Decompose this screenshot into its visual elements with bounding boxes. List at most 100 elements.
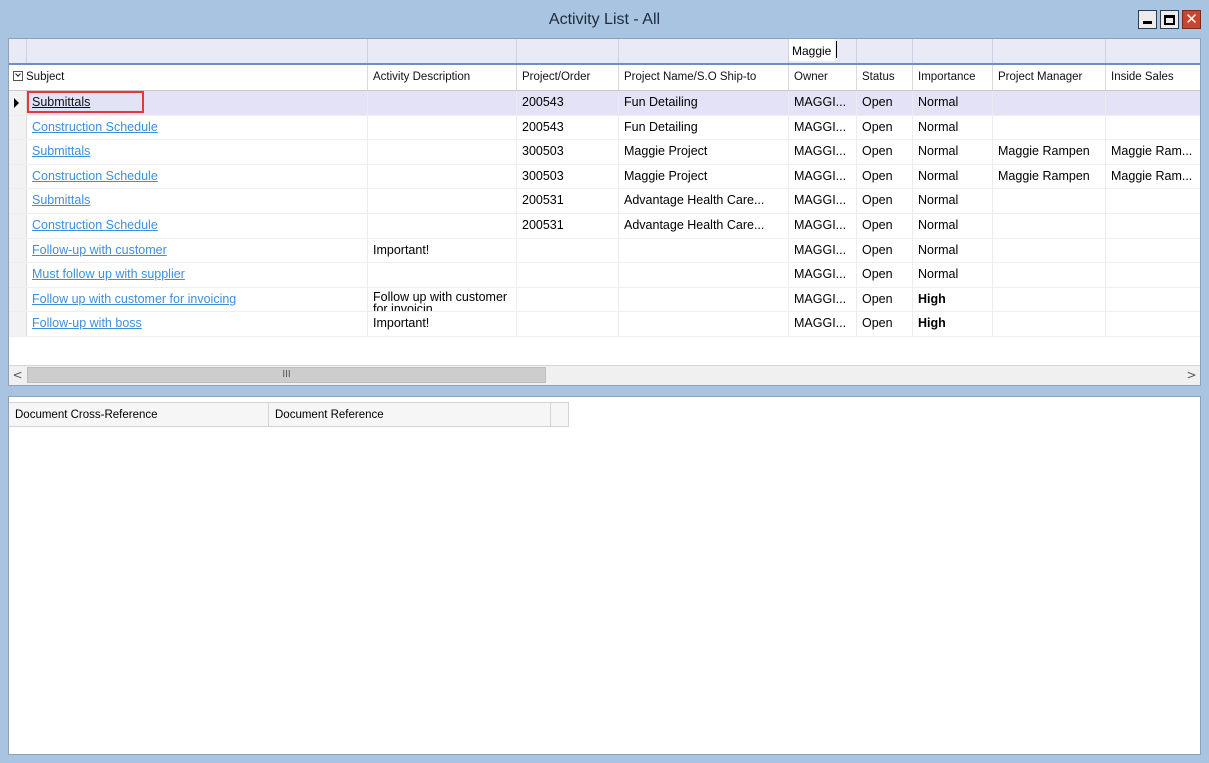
cell-activity-description — [368, 91, 517, 115]
column-header-status[interactable]: Status — [857, 65, 913, 90]
row-selector[interactable] — [9, 213, 27, 238]
cell-project-name — [619, 312, 789, 336]
row-selector[interactable] — [9, 312, 27, 336]
cell-importance: Normal — [913, 263, 993, 287]
maximize-icon — [1164, 14, 1175, 25]
table-row[interactable]: Submittals 200531 Advantage Health Care...… — [9, 189, 1200, 214]
row-selector[interactable] — [9, 140, 27, 164]
filter-project-name[interactable] — [619, 39, 789, 63]
xref-header-row: Document Cross-Reference Document Refere… — [9, 402, 569, 427]
cell-project-manager — [993, 189, 1106, 213]
filter-inside-sales[interactable] — [1106, 39, 1200, 63]
cell-status: Open — [857, 287, 913, 312]
table-row[interactable]: Submittals 300503 Maggie Project MAGGI... Op… — [9, 140, 1200, 165]
cell-activity-description — [368, 164, 517, 189]
filter-status[interactable] — [857, 39, 913, 63]
table-row[interactable]: Construction Schedule 300503 Maggie Projec… — [9, 164, 1200, 190]
table-row[interactable]: Construction Schedule 200543 Fun Detailing… — [9, 115, 1200, 141]
cell-subject[interactable]: Submittals — [27, 91, 368, 115]
current-row-arrow-icon — [14, 98, 19, 108]
cell-importance: High — [913, 287, 993, 312]
chevron-right-icon: > — [1186, 368, 1197, 382]
filter-project-order[interactable] — [517, 39, 619, 63]
column-header-label: Subject — [26, 71, 65, 83]
table-row[interactable]: Must follow up with supplier MAGGI... Open… — [9, 263, 1200, 288]
cell-project-manager — [993, 263, 1106, 287]
cell-status: Open — [857, 115, 913, 140]
cell-owner: MAGGI... — [789, 213, 857, 238]
cell-subject[interactable]: Construction Schedule — [27, 115, 368, 140]
cell-inside-sales — [1106, 116, 1200, 140]
owner-filter-input[interactable] — [789, 39, 835, 61]
close-button[interactable]: ✕ — [1182, 10, 1201, 29]
activity-grid: Subject Activity Description Project/Ord… — [8, 38, 1201, 386]
chevron-left-icon: < — [12, 368, 23, 382]
column-header-document-cross-reference[interactable]: Document Cross-Reference — [9, 402, 269, 427]
column-header-inside-sales[interactable]: Inside Sales — [1106, 65, 1200, 90]
cell-project-name: Fun Detailing — [619, 91, 789, 115]
cell-project-manager — [993, 213, 1106, 238]
cell-status: Open — [857, 312, 913, 336]
horizontal-scrollbar[interactable]: < III > — [9, 365, 1200, 385]
cell-subject[interactable]: Construction Schedule — [27, 164, 368, 189]
row-selector[interactable] — [9, 189, 27, 213]
cell-subject[interactable]: Must follow up with supplier — [27, 263, 368, 287]
cell-owner: MAGGI... — [789, 238, 857, 263]
filter-activity-description[interactable] — [368, 39, 517, 63]
chevron-down-icon[interactable] — [13, 70, 23, 81]
cell-status: Open — [857, 164, 913, 189]
cell-status: Open — [857, 238, 913, 263]
row-selector[interactable] — [9, 115, 27, 140]
cell-subject[interactable]: Follow-up with customer — [27, 238, 368, 263]
table-row[interactable]: Follow-up with customer Important! MAGGI..… — [9, 238, 1200, 264]
row-selector[interactable] — [9, 287, 27, 312]
document-xref-panel: Document Cross-Reference Document Refere… — [8, 396, 1201, 755]
cell-project-name: Advantage Health Care... — [619, 213, 789, 238]
minimize-button[interactable] — [1138, 10, 1157, 29]
cell-subject[interactable]: Follow up with customer for invoicing — [27, 287, 368, 312]
column-header-subject[interactable]: Subject — [9, 65, 368, 90]
close-icon: ✕ — [1185, 10, 1198, 28]
cell-subject[interactable]: Follow-up with boss — [27, 312, 368, 336]
filter-owner-cell[interactable] — [789, 39, 857, 63]
minimize-icon — [1143, 21, 1152, 24]
filter-subject[interactable] — [27, 39, 368, 63]
column-header-document-reference[interactable]: Document Reference — [269, 402, 551, 427]
table-row[interactable]: Submittals 200543 Fun Detailing MAGGI... Ope… — [9, 91, 1200, 116]
scroll-left-button[interactable]: < — [9, 366, 26, 384]
cell-subject[interactable]: Construction Schedule — [27, 213, 368, 238]
column-header-project-order[interactable]: Project/Order — [517, 65, 619, 90]
scroll-thumb[interactable]: III — [27, 367, 546, 383]
cell-project-name — [619, 287, 789, 312]
filter-importance[interactable] — [913, 39, 993, 63]
row-selector[interactable] — [9, 263, 27, 287]
maximize-button[interactable] — [1160, 10, 1179, 29]
cell-activity-description: Important! — [368, 238, 517, 263]
cell-activity-description — [368, 140, 517, 164]
cell-subject[interactable]: Submittals — [27, 140, 368, 164]
table-row[interactable]: Follow-up with boss Important! MAGGI... Ope… — [9, 312, 1200, 337]
row-selector[interactable] — [9, 91, 27, 115]
column-header-project-manager[interactable]: Project Manager — [993, 65, 1106, 90]
cell-importance: High — [913, 312, 993, 336]
column-header-project-name[interactable]: Project Name/S.O Ship-to — [619, 65, 789, 90]
table-row[interactable]: Construction Schedule 200531 Advantage Hea… — [9, 213, 1200, 239]
cell-inside-sales — [1106, 91, 1200, 115]
column-header-importance[interactable]: Importance — [913, 65, 993, 90]
cell-project-manager — [993, 115, 1106, 140]
cell-inside-sales — [1106, 239, 1200, 263]
cell-owner: MAGGI... — [789, 263, 857, 287]
cell-importance: Normal — [913, 91, 993, 115]
cell-inside-sales — [1106, 288, 1200, 312]
xref-header-filler — [551, 402, 569, 427]
filter-project-manager[interactable] — [993, 39, 1106, 63]
cell-activity-description — [368, 189, 517, 213]
column-header-owner[interactable]: Owner — [789, 65, 857, 90]
cell-importance: Normal — [913, 164, 993, 189]
row-selector[interactable] — [9, 238, 27, 263]
scroll-right-button[interactable]: > — [1183, 366, 1200, 384]
column-header-activity-description[interactable]: Activity Description — [368, 65, 517, 90]
cell-subject[interactable]: Submittals — [27, 189, 368, 213]
row-selector[interactable] — [9, 164, 27, 189]
table-row[interactable]: Follow up with customer for invoicing Fol… — [9, 287, 1200, 313]
